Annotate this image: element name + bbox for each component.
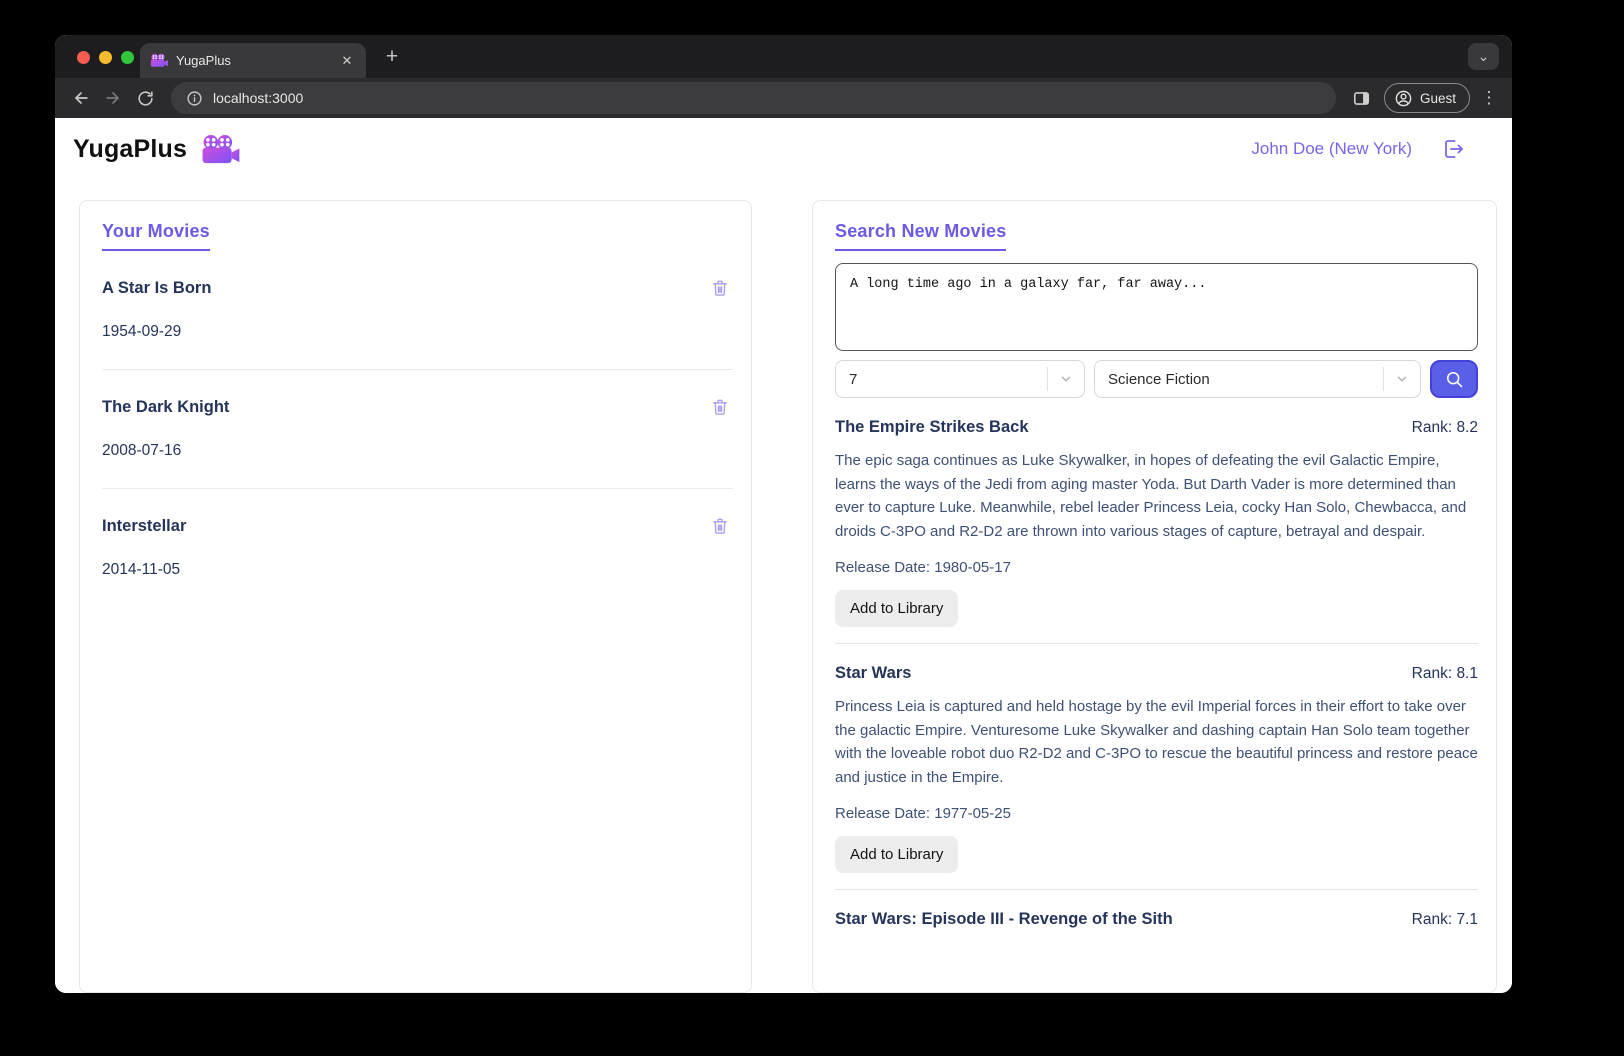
chevron-down-icon: [1048, 372, 1084, 386]
result-rank: Rank: 8.2: [1411, 419, 1478, 436]
search-query-input[interactable]: A long time ago in a galaxy far, far awa…: [835, 263, 1478, 351]
fullscreen-window-button[interactable]: [121, 51, 134, 64]
logout-button[interactable]: [1440, 136, 1466, 162]
tab-search-chevron-icon[interactable]: ⌄: [1468, 43, 1499, 70]
search-button[interactable]: [1430, 360, 1478, 398]
profile-button[interactable]: Guest: [1383, 83, 1470, 113]
divider: [835, 889, 1478, 890]
movie-camera-icon: [202, 134, 240, 163]
delete-movie-button[interactable]: [709, 396, 731, 418]
trash-icon: [713, 280, 727, 296]
reload-icon: [137, 90, 153, 106]
chevron-down-icon: [1384, 372, 1420, 386]
movie-release-date: 1954-09-29: [102, 323, 182, 340]
forward-arrow-icon: [106, 92, 119, 104]
app-header: YugaPlus John Doe (New York): [55, 118, 1512, 180]
result-title: Star Wars: Episode III - Revenge of the …: [835, 910, 1173, 928]
guest-label: Guest: [1419, 90, 1456, 106]
forward-button[interactable]: [97, 82, 129, 114]
user-account-link[interactable]: John Doe (New York): [1251, 139, 1412, 159]
library-movie-row: Interstellar 2014-11-05: [102, 515, 733, 579]
result-release-date: Release Date: 1977-05-25: [835, 805, 1011, 822]
search-controls: 7 Science Fiction: [835, 360, 1478, 398]
rank-select-value: 7: [849, 370, 858, 388]
library-movie-row: The Dark Knight 2008-07-16: [102, 396, 733, 489]
search-icon: [1446, 371, 1462, 387]
main-area: Your Movies A Star Is Born 1954-09-29 Th…: [55, 180, 1512, 993]
tab-yugaplus[interactable]: YugaPlus ✕: [140, 43, 366, 78]
browser-menu-button[interactable]: ⋮: [1476, 83, 1502, 113]
movie-title: A Star Is Born: [102, 278, 212, 297]
delete-movie-button[interactable]: [709, 277, 731, 299]
movie-release-date: 2008-07-16: [102, 442, 182, 459]
address-bar[interactable]: localhost:3000: [171, 82, 1336, 114]
minimize-window-button[interactable]: [99, 51, 112, 64]
delete-movie-button[interactable]: [709, 515, 731, 537]
tab-close-icon[interactable]: ✕: [338, 52, 356, 70]
side-panel-icon: [1354, 91, 1370, 105]
result-title: The Empire Strikes Back: [835, 418, 1029, 436]
your-movies-card: Your Movies A Star Is Born 1954-09-29 Th…: [79, 200, 752, 993]
search-movies-card: Search New Movies A long time ago in a g…: [812, 200, 1497, 993]
genre-select-value: Science Fiction: [1108, 370, 1210, 388]
trash-icon: [713, 518, 727, 534]
site-info-button[interactable]: [181, 85, 207, 111]
search-heading: Search New Movies: [835, 221, 1007, 251]
browser-toolbar: localhost:3000 Guest ⋮: [55, 78, 1512, 118]
page-content: YugaPlus John Doe (New York) Your Movies…: [55, 118, 1512, 993]
app-favicon-icon: [150, 53, 168, 67]
browser-window: YugaPlus ✕ + ⌄ localhost:3000 Guest ⋮ Yu…: [55, 35, 1512, 993]
search-result: Star Wars: Episode III - Revenge of the …: [835, 910, 1478, 929]
result-release-date: Release Date: 1980-05-17: [835, 559, 1011, 576]
movie-release-date: 2014-11-05: [102, 561, 181, 578]
library-movie-row: A Star Is Born 1954-09-29: [102, 277, 733, 370]
result-rank: Rank: 7.1: [1411, 911, 1478, 928]
info-icon: [186, 90, 202, 106]
back-button[interactable]: [65, 82, 97, 114]
your-movies-heading: Your Movies: [102, 221, 210, 251]
reload-button[interactable]: [129, 82, 161, 114]
result-title: Star Wars: [835, 664, 912, 682]
tab-title: YugaPlus: [176, 53, 231, 68]
search-result: The Empire Strikes Back Rank: 8.2 The ep…: [835, 418, 1478, 644]
movie-title: The Dark Knight: [102, 397, 230, 416]
trash-icon: [713, 399, 727, 415]
rank-select[interactable]: 7: [835, 360, 1085, 398]
divider: [102, 369, 733, 370]
result-description: The epic saga continues as Luke Skywalke…: [835, 452, 1467, 540]
divider: [102, 488, 733, 489]
logout-icon: [1445, 140, 1463, 158]
new-tab-button[interactable]: +: [378, 43, 406, 71]
side-panel-button[interactable]: [1346, 82, 1378, 114]
divider: [835, 643, 1478, 644]
guest-avatar-icon: [1395, 90, 1412, 106]
genre-select[interactable]: Science Fiction: [1094, 360, 1421, 398]
add-to-library-button[interactable]: Add to Library: [835, 590, 959, 627]
close-window-button[interactable]: [77, 51, 90, 64]
tab-strip: YugaPlus ✕ + ⌄: [55, 35, 1512, 78]
result-description: Princess Leia is captured and held hosta…: [835, 698, 1478, 786]
add-to-library-button[interactable]: Add to Library: [835, 836, 959, 873]
window-controls: [77, 51, 134, 64]
search-result: Star Wars Rank: 8.1 Princess Leia is cap…: [835, 664, 1478, 890]
movie-title: Interstellar: [102, 516, 187, 535]
result-rank: Rank: 8.1: [1411, 665, 1478, 682]
url-text: localhost:3000: [213, 90, 304, 106]
back-arrow-icon: [75, 92, 88, 104]
app-title: YugaPlus: [73, 134, 188, 163]
